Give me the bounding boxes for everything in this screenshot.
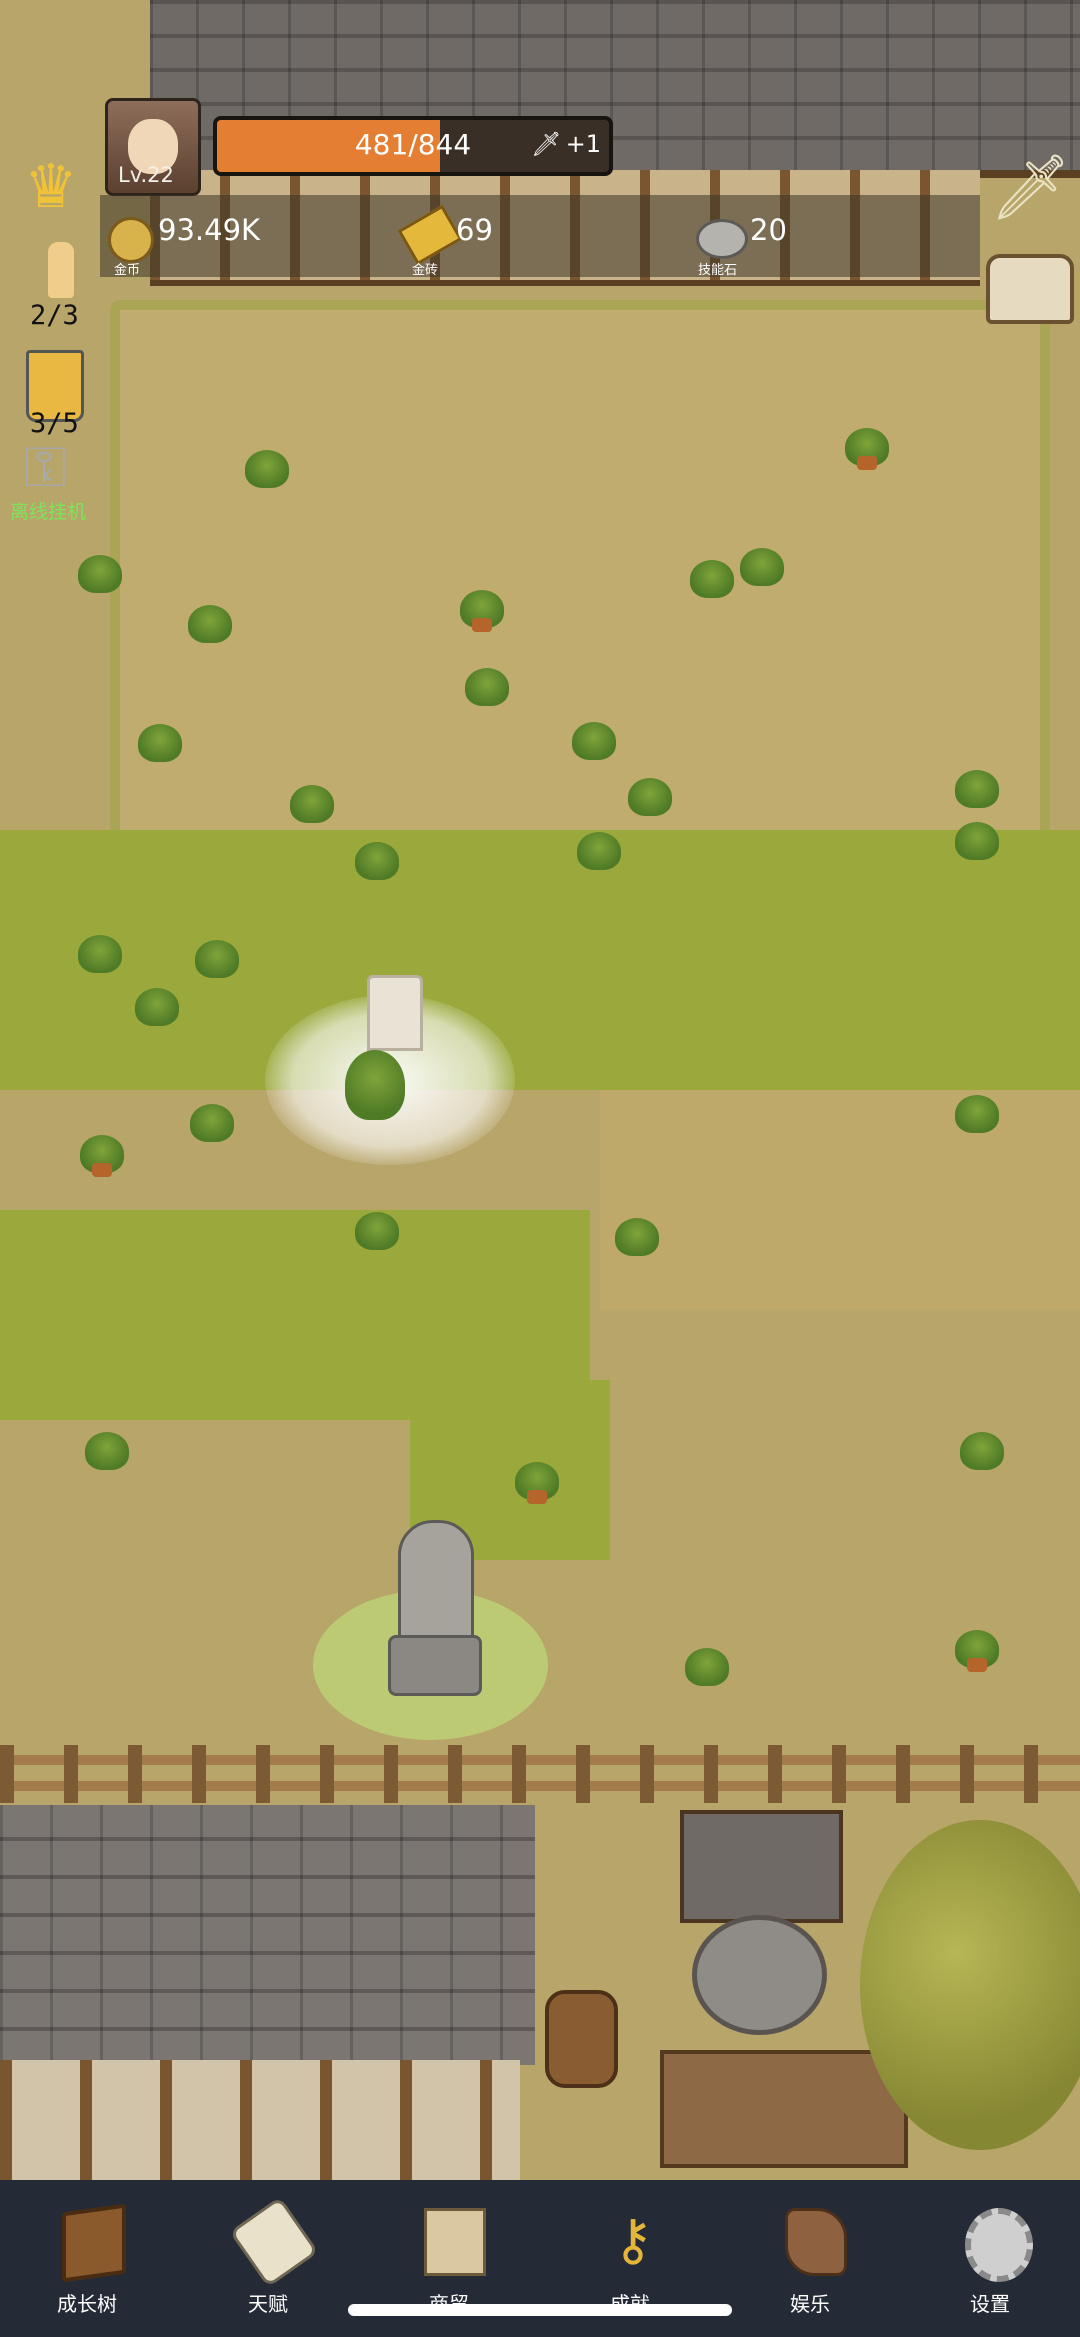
crop-plant[interactable]	[85, 1432, 129, 1470]
crop-plant[interactable]	[845, 428, 889, 470]
gold-coin-icon	[108, 217, 154, 263]
crop-plant[interactable]	[955, 1630, 999, 1672]
growth-book-icon	[62, 2203, 126, 2283]
crop-plant[interactable]	[355, 1212, 399, 1250]
crop-plant[interactable]	[465, 668, 509, 706]
candle-slot[interactable]: 2/3	[18, 242, 90, 332]
gold-brick-label: 金砖	[412, 263, 439, 278]
crop-plant[interactable]	[188, 605, 232, 643]
nav-talent[interactable]: 天赋	[198, 2180, 338, 2337]
nav-label: 娱乐	[790, 2294, 830, 2316]
crop-plant[interactable]	[955, 822, 999, 860]
resource-coins[interactable]: 93.49K 金币	[100, 195, 360, 278]
crop-plant[interactable]	[628, 778, 672, 816]
nav-label: 设置	[970, 2294, 1010, 2316]
hp-bonus-value: +1	[565, 130, 601, 158]
coin-value: 93.49K	[158, 213, 261, 247]
hp-bar: 481/844 🗡 +1	[213, 116, 613, 176]
crop-plant[interactable]	[577, 832, 621, 870]
resource-bar: 93.49K 金币 69 金砖 20 技能石	[100, 195, 980, 278]
idle-button[interactable]: ⚿ 离线挂机	[10, 435, 110, 525]
crop-plant[interactable]	[740, 548, 784, 586]
crop-plant[interactable]	[690, 560, 734, 598]
achievement-key-icon: ⚷	[612, 2208, 654, 2273]
idle-label: 离线挂机	[10, 501, 87, 523]
game-scene[interactable]	[0, 0, 1080, 2180]
house-roof	[0, 1805, 535, 2065]
resource-gold-bricks[interactable]: 69 金砖	[397, 195, 600, 278]
crop-field[interactable]	[110, 300, 1050, 840]
treasure-chest-icon	[986, 254, 1074, 324]
player-level: Lv.22	[118, 163, 174, 187]
barrel	[545, 1990, 618, 2088]
crop-plant[interactable]	[190, 1104, 234, 1142]
nav-settings[interactable]: 设置	[920, 2180, 1060, 2337]
candle-icon	[48, 242, 74, 298]
crown-icon[interactable]	[18, 152, 90, 222]
crop-plant[interactable]	[955, 770, 999, 808]
sword-button[interactable]: 🗡	[980, 150, 1072, 230]
wooden-fence	[0, 1745, 1080, 1803]
candle-count: 2/3	[30, 300, 79, 331]
coin-label: 金币	[114, 263, 141, 278]
house-wall	[0, 2060, 520, 2180]
trade-map-icon	[424, 2208, 486, 2276]
crop-plant[interactable]	[245, 450, 289, 488]
crop-plant[interactable]	[290, 785, 334, 823]
crop-plant[interactable]	[135, 988, 179, 1026]
well-roof	[680, 1810, 843, 1923]
dirt-patch	[600, 1090, 1080, 1310]
crop-plant[interactable]	[355, 842, 399, 880]
crop-plant[interactable]	[515, 1462, 559, 1504]
nav-label: 天赋	[248, 2294, 288, 2316]
crop-plant[interactable]	[345, 1050, 405, 1120]
hp-bonus: 🗡 +1	[531, 130, 601, 158]
crop-plant[interactable]	[955, 1095, 999, 1133]
resource-skill-stones[interactable]: 20 技能石	[696, 195, 896, 278]
crop-plant[interactable]	[80, 1135, 124, 1177]
entertainment-leather-icon	[785, 2208, 847, 2276]
crop-plant[interactable]	[572, 722, 616, 760]
wind-up-key-icon: ⚿	[24, 435, 67, 500]
praying-statue[interactable]	[398, 1520, 474, 1646]
crop-plant[interactable]	[460, 590, 504, 632]
crop-plant[interactable]	[685, 1648, 729, 1686]
nav-label: 成长树	[57, 2294, 117, 2316]
gold-brick-value: 69	[456, 213, 493, 247]
skill-stone-label: 技能石	[698, 263, 738, 278]
nav-entertainment[interactable]: 娱乐	[740, 2180, 880, 2337]
stone-well[interactable]	[692, 1915, 827, 2035]
crop-plant[interactable]	[195, 940, 239, 978]
crop-plant[interactable]	[615, 1218, 659, 1256]
nav-growth-tree[interactable]: 成长树	[17, 2180, 157, 2337]
home-indicator[interactable]	[348, 2304, 732, 2316]
sword-small-icon: 🗡	[531, 130, 562, 158]
wooden-cart	[660, 2050, 908, 2168]
statue-pedestal	[388, 1635, 482, 1696]
gold-brick-icon	[397, 204, 463, 266]
beer-slot[interactable]: 3/5	[18, 350, 90, 439]
crop-plant[interactable]	[138, 724, 182, 762]
skill-stone-icon	[696, 219, 748, 259]
crop-plant[interactable]	[78, 555, 122, 593]
sword-icon: 🗡	[990, 151, 1072, 225]
settings-gear-icon	[965, 2208, 1033, 2282]
tombstone[interactable]	[367, 975, 423, 1051]
chest-button[interactable]	[980, 246, 1074, 326]
grass-area	[0, 830, 1080, 1090]
talent-scroll-icon	[229, 2196, 319, 2288]
crop-plant[interactable]	[78, 935, 122, 973]
crop-plant[interactable]	[960, 1432, 1004, 1470]
skill-stone-value: 20	[750, 213, 787, 247]
